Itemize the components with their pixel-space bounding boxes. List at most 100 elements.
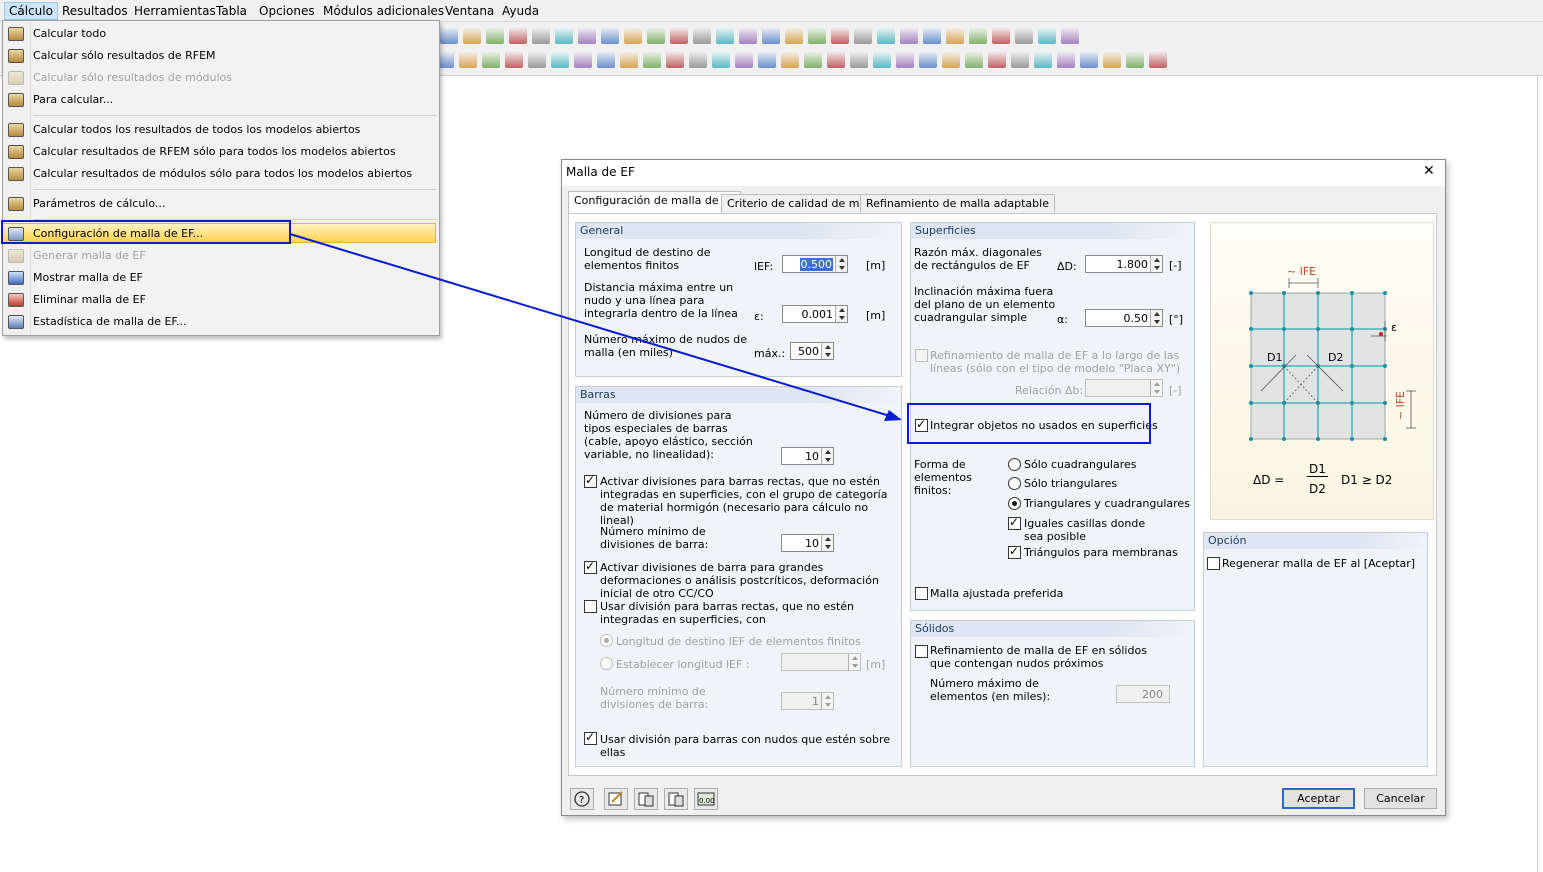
toolbar-button[interactable] [873, 50, 891, 68]
menu-item-parametros[interactable]: Parámetros de cálculo... [33, 194, 165, 214]
menu-item-calcular-todos-modelos[interactable]: Calcular todos los resultados de todos l… [33, 120, 360, 140]
use-division-straight-checkbox[interactable] [584, 600, 597, 613]
radio-tris-and-quads[interactable] [1008, 497, 1021, 510]
menu-modulos[interactable]: Módulos adicionales [323, 4, 444, 18]
toolbar-button[interactable] [1061, 26, 1079, 44]
toolbar-button[interactable] [992, 26, 1010, 44]
toolbar-button[interactable] [643, 50, 661, 68]
set-length-input[interactable] [781, 653, 861, 671]
max-distance-input[interactable]: 0.001 [782, 305, 848, 323]
edit-button[interactable] [604, 788, 628, 810]
menu-item-calcular-rfem[interactable]: Calcular sólo resultados de RFEM [33, 46, 216, 66]
close-icon[interactable]: ✕ [1423, 164, 1435, 178]
min-divisions2-input[interactable]: 1 [781, 692, 834, 710]
cancel-button[interactable]: Cancelar [1364, 788, 1437, 809]
import-button[interactable] [634, 788, 658, 810]
toolbar-button[interactable] [1080, 50, 1098, 68]
radio-only-tris[interactable] [1008, 477, 1021, 490]
menu-item-eliminar-malla[interactable]: Eliminar malla de EF [33, 290, 146, 310]
toolbar-button[interactable] [808, 26, 826, 44]
radio-only-quads[interactable] [1008, 458, 1021, 471]
regenerate-mesh-checkbox[interactable] [1207, 557, 1220, 570]
radio-target-length[interactable] [600, 634, 613, 647]
menu-item-para-calcular[interactable]: Para calcular... [33, 90, 113, 110]
toolbar-button[interactable] [804, 50, 822, 68]
toolbar-button[interactable] [735, 50, 753, 68]
activate-straight-checkbox[interactable] [584, 473, 597, 488]
menu-calculo[interactable]: Cálculo [4, 2, 58, 20]
toolbar-button[interactable] [551, 50, 569, 68]
diagonal-ratio-input[interactable]: 1.800 [1085, 255, 1163, 273]
toolbar-button[interactable] [785, 26, 803, 44]
min-divisions-spinner-icon[interactable] [821, 535, 833, 551]
toolbar-button[interactable] [597, 50, 615, 68]
toolbar-button[interactable] [670, 26, 688, 44]
toolbar-button[interactable] [712, 50, 730, 68]
toolbar-button[interactable] [689, 50, 707, 68]
ok-button[interactable]: Aceptar [1282, 788, 1355, 809]
toolbar-button[interactable] [762, 26, 780, 44]
toolbar-button[interactable] [965, 50, 983, 68]
toolbar-button[interactable] [666, 50, 684, 68]
menu-opciones[interactable]: Opciones [259, 4, 315, 18]
inclination-spinner-icon[interactable] [1150, 310, 1162, 326]
refine-lines-checkbox[interactable] [915, 349, 928, 362]
special-divisions-input[interactable]: 10 [781, 447, 834, 465]
max-nodes-input[interactable]: 500 [790, 342, 834, 360]
menu-herramientas[interactable]: Herramientas [134, 4, 216, 18]
preferred-mesh-checkbox[interactable] [915, 587, 928, 600]
toolbar-button[interactable] [896, 50, 914, 68]
toolbar-button[interactable] [854, 26, 872, 44]
radio-set-length[interactable] [600, 657, 613, 670]
toolbar-button[interactable] [831, 26, 849, 44]
relation-input[interactable] [1085, 379, 1163, 397]
toolbar-button[interactable] [459, 50, 477, 68]
toolbar-button[interactable] [946, 26, 964, 44]
toolbar-button[interactable] [919, 50, 937, 68]
toolbar-button[interactable] [505, 50, 523, 68]
help-button[interactable]: ? [570, 788, 594, 810]
set-length-spinner-icon[interactable] [848, 654, 860, 670]
units-button[interactable]: 0.00 [694, 788, 718, 810]
toolbar-button[interactable] [1149, 50, 1167, 68]
toolbar-button[interactable] [482, 50, 500, 68]
menu-item-calcular-todo[interactable]: Calcular todo [33, 24, 106, 44]
toolbar-button[interactable] [528, 50, 546, 68]
tab-adaptive-refinement[interactable]: Refinamiento de malla adaptable [860, 194, 1055, 213]
toolbar-button[interactable] [1103, 50, 1121, 68]
toolbar-button[interactable] [693, 26, 711, 44]
toolbar-button[interactable] [620, 50, 638, 68]
equal-cells-checkbox[interactable] [1008, 515, 1021, 530]
menu-ayuda[interactable]: Ayuda [502, 4, 539, 18]
target-length-spinner-icon[interactable] [835, 256, 847, 272]
inclination-input[interactable]: 0.50 [1085, 309, 1163, 327]
toolbar-button[interactable] [781, 50, 799, 68]
membrane-triangles-checkbox[interactable] [1008, 544, 1021, 559]
toolbar-button[interactable] [1038, 26, 1056, 44]
menu-item-calcular-rfem-todos[interactable]: Calcular resultados de RFEM sólo para to… [33, 142, 396, 162]
toolbar-button[interactable] [969, 26, 987, 44]
relation-spinner-icon[interactable] [1150, 380, 1162, 396]
toolbar-button[interactable] [877, 26, 895, 44]
toolbar-button[interactable] [827, 50, 845, 68]
max-distance-spinner-icon[interactable] [835, 306, 847, 322]
toolbar-button[interactable] [900, 26, 918, 44]
toolbar-button[interactable] [923, 26, 941, 44]
toolbar-button[interactable] [486, 26, 504, 44]
toolbar-button[interactable] [532, 26, 550, 44]
toolbar-button[interactable] [1057, 50, 1075, 68]
min-divisions2-spinner-icon[interactable] [821, 693, 833, 709]
toolbar-button[interactable] [463, 26, 481, 44]
min-divisions-input[interactable]: 10 [781, 534, 834, 552]
menu-item-mostrar-malla[interactable]: Mostrar malla de EF [33, 268, 143, 288]
toolbar-button[interactable] [578, 26, 596, 44]
menu-tabla[interactable]: Tabla [216, 4, 247, 18]
toolbar-button[interactable] [601, 26, 619, 44]
toolbar-button[interactable] [509, 26, 527, 44]
toolbar-button[interactable] [440, 26, 458, 44]
target-length-input[interactable]: 0.500 [782, 255, 848, 273]
toolbar-button[interactable] [988, 50, 1006, 68]
menu-ventana[interactable]: Ventana [445, 4, 494, 18]
use-division-nodes-checkbox[interactable] [584, 730, 597, 745]
tab-mesh-settings[interactable]: Configuración de malla de EF [568, 191, 742, 214]
